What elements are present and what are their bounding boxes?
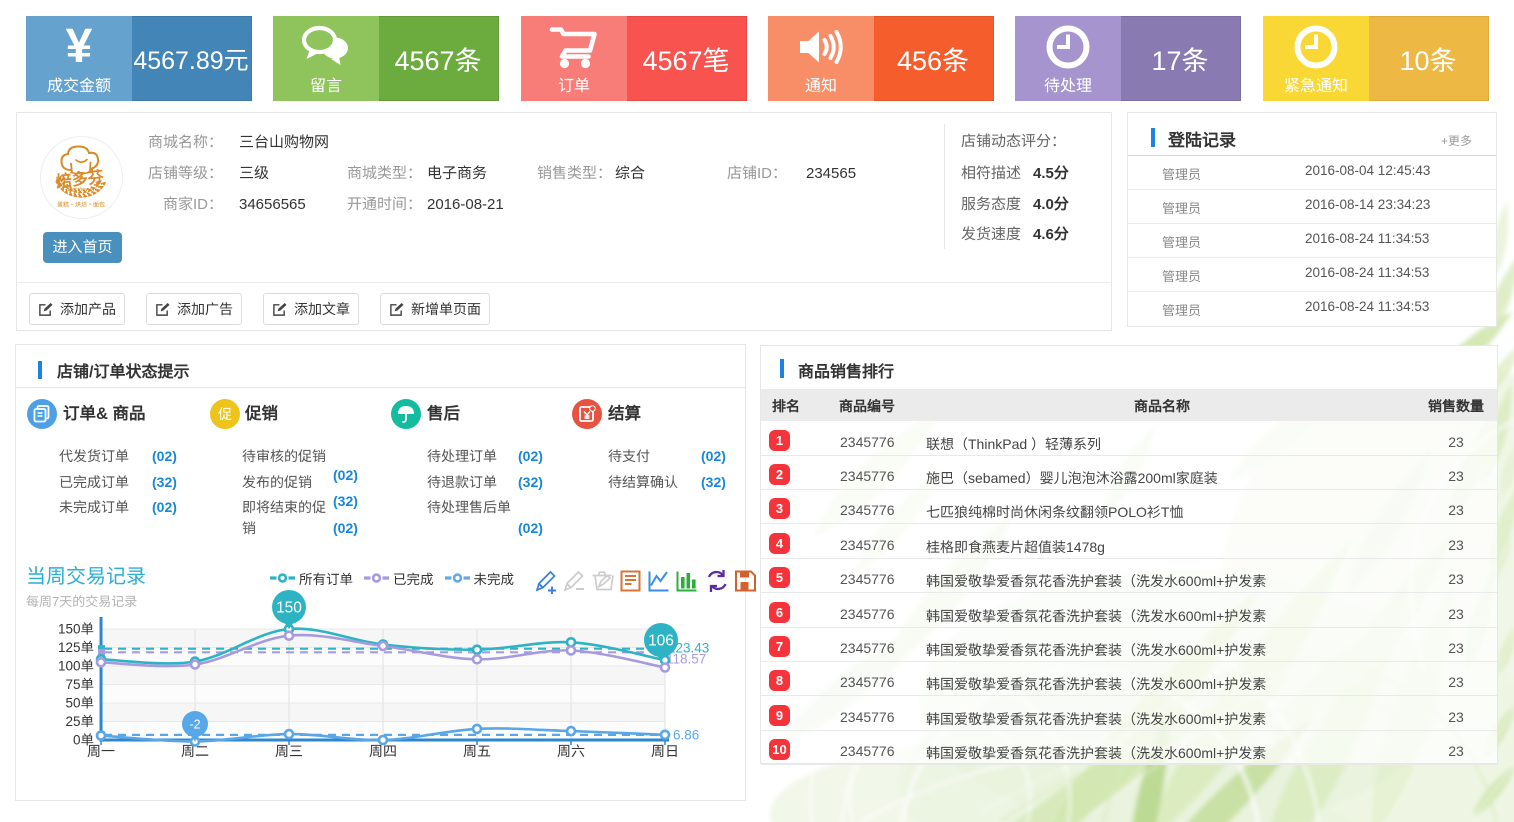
svg-text:75单: 75单 xyxy=(65,677,94,692)
svg-text:-2: -2 xyxy=(189,718,200,732)
svg-text:150单: 150单 xyxy=(58,622,94,637)
svg-text:150: 150 xyxy=(276,600,302,617)
svg-text:周六: 周六 xyxy=(557,743,585,759)
svg-text:100单: 100单 xyxy=(58,659,94,674)
svg-text:6.86: 6.86 xyxy=(673,727,699,742)
svg-text:25单: 25单 xyxy=(65,714,94,729)
svg-text:118.57: 118.57 xyxy=(666,651,706,666)
svg-text:50单: 50单 xyxy=(65,696,94,711)
svg-text:周五: 周五 xyxy=(463,743,491,759)
svg-text:106: 106 xyxy=(648,633,674,650)
svg-text:周日: 周日 xyxy=(651,743,679,759)
svg-text:周四: 周四 xyxy=(369,743,397,759)
svg-text:125单: 125单 xyxy=(58,640,94,655)
svg-text:周三: 周三 xyxy=(275,743,303,759)
svg-text:周一: 周一 xyxy=(87,743,115,759)
